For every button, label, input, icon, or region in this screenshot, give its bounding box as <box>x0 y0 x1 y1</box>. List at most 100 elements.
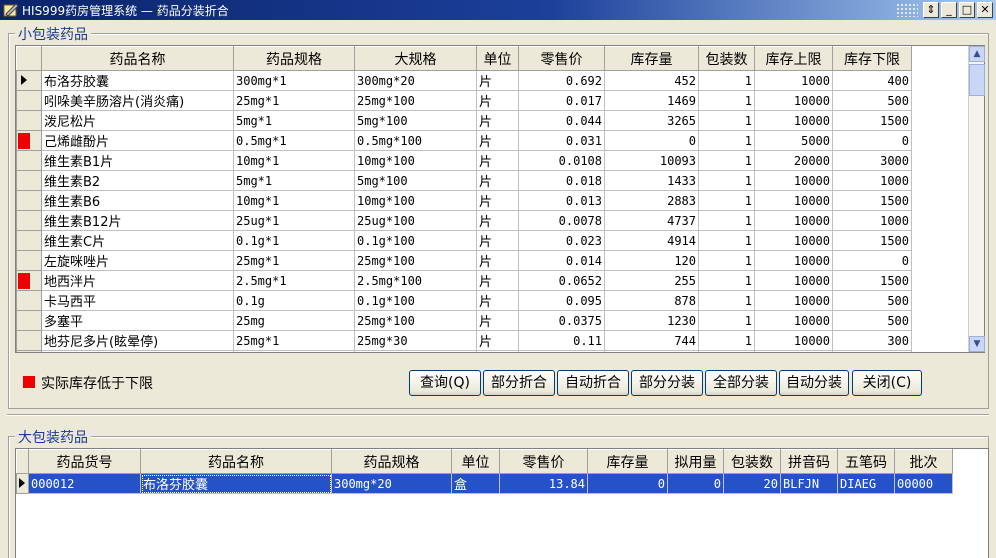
cell-upper[interactable]: 10000 <box>754 230 833 251</box>
cell-pack[interactable]: 1 <box>698 270 755 291</box>
cell-wubi[interactable]: DIAEG <box>837 473 895 494</box>
cell-unit[interactable]: 片 <box>476 70 519 91</box>
cell-spec[interactable]: 25mg*1 <box>233 330 355 351</box>
table-row[interactable]: 维生素B6 10mg*1 10mg*100 片 0.013 2883 1 10000 1500 <box>16 190 912 211</box>
col-header-pinyin[interactable]: 拼音码 <box>780 449 838 474</box>
cell-lower[interactable]: 500 <box>832 90 912 111</box>
row-indicator[interactable] <box>16 110 42 131</box>
cell-name[interactable]: 布洛芬胶囊 <box>140 473 332 494</box>
row-indicator[interactable] <box>16 350 42 352</box>
cell-unit[interactable]: 片 <box>476 270 519 291</box>
cell-price[interactable]: 0.044 <box>518 110 605 131</box>
cell-stock[interactable]: 1230 <box>604 310 699 331</box>
partial-split-button[interactable]: 部分分装 <box>631 370 703 396</box>
cell-lower[interactable]: 1000 <box>832 170 912 191</box>
cell-stock[interactable]: 0 <box>587 473 668 494</box>
auto-merge-button[interactable]: 自动折合 <box>557 370 629 396</box>
close-window-button[interactable]: ✕ <box>977 2 993 18</box>
cell-upper[interactable]: 10000 <box>754 330 833 351</box>
cell-big-spec[interactable]: 2.5mg*100 <box>354 270 477 291</box>
row-indicator[interactable] <box>16 473 29 494</box>
cell-upper[interactable]: 10000 <box>754 310 833 331</box>
cell-name[interactable]: 地西泮片 <box>41 270 234 291</box>
cell-price[interactable]: 0.095 <box>518 290 605 311</box>
row-indicator[interactable] <box>16 210 42 231</box>
cell-stock[interactable]: 3265 <box>604 110 699 131</box>
cell-lower[interactable]: 1500 <box>832 230 912 251</box>
cell-pack[interactable]: 1 <box>698 210 755 231</box>
cell-pack[interactable]: 1 <box>698 130 755 151</box>
cell-spec[interactable]: 10mg*1 <box>233 190 355 211</box>
cell-name[interactable]: 吲哚美辛肠溶片(消炎痛) <box>41 90 234 111</box>
minimize-button[interactable]: _ <box>941 2 957 18</box>
cell-big-spec[interactable]: 5mg*100 <box>354 110 477 131</box>
cell-stock[interactable]: 0 <box>604 130 699 151</box>
col-header-price[interactable]: 零售价 <box>499 449 588 474</box>
cell-big-spec[interactable]: 0.1g*100 <box>354 230 477 251</box>
cell-big-spec[interactable]: 10mg*100 <box>354 190 477 211</box>
table-row[interactable]: 维生素B2 5mg*1 5mg*100 片 0.018 1433 1 10000 1000 <box>16 170 912 191</box>
cell-planned[interactable]: 0 <box>667 473 724 494</box>
cell-price[interactable]: 0.0108 <box>518 150 605 171</box>
cell-lower[interactable]: 1000 <box>832 210 912 231</box>
col-header-batch[interactable]: 批次 <box>894 449 953 474</box>
cell-upper[interactable]: 10000 <box>754 110 833 131</box>
cell-name[interactable]: 多塞平 <box>41 310 234 331</box>
scroll-up-icon[interactable]: ▲ <box>969 46 985 62</box>
cell-big-spec[interactable]: 300mg*20 <box>354 70 477 91</box>
cell-stock[interactable]: 10093 <box>604 150 699 171</box>
cell-pack[interactable]: 1 <box>698 190 755 211</box>
cell-price[interactable]: 0.013 <box>518 190 605 211</box>
cell-big-spec[interactable]: 25mg*100 <box>354 250 477 271</box>
cell-upper[interactable]: 10000 <box>754 250 833 271</box>
cell-upper[interactable]: 5000 <box>754 130 833 151</box>
cell-big-spec[interactable]: 25mg*100 <box>354 310 477 331</box>
cell-spec[interactable]: 25mg*1 <box>233 90 355 111</box>
col-header-lower[interactable]: 库存下限 <box>832 46 912 71</box>
cell-spec[interactable]: 10mg*1 <box>233 150 355 171</box>
cell-unit[interactable]: 片 <box>476 350 519 352</box>
cell-unit[interactable]: 片 <box>476 190 519 211</box>
col-header-planned[interactable]: 拟用量 <box>667 449 724 474</box>
scroll-down-icon[interactable]: ▼ <box>969 336 985 352</box>
cell-batch[interactable]: 00000 <box>894 473 953 494</box>
col-header-spec[interactable]: 药品规格 <box>331 449 452 474</box>
col-header-spec[interactable]: 药品规格 <box>233 46 355 71</box>
col-header-wubi[interactable]: 五笔码 <box>837 449 895 474</box>
cell-upper[interactable]: 10000 <box>754 270 833 291</box>
cell-pack[interactable]: 1 <box>698 350 755 352</box>
cell-big-spec[interactable]: 0.1g*100 <box>354 290 477 311</box>
cell-big-spec[interactable]: 5mg*100 <box>354 170 477 191</box>
col-header-name[interactable]: 药品名称 <box>41 46 234 71</box>
cell-spec[interactable]: 0.1g <box>233 290 355 311</box>
row-indicator[interactable] <box>16 330 42 351</box>
cell-stock[interactable]: 2883 <box>604 190 699 211</box>
cell-unit[interactable]: 片 <box>476 230 519 251</box>
cell-price[interactable]: 0.0375 <box>518 310 605 331</box>
row-indicator[interactable] <box>16 270 42 291</box>
query-button[interactable]: 查询(Q) <box>409 370 481 396</box>
cell-stock[interactable]: 4914 <box>604 230 699 251</box>
row-indicator[interactable] <box>16 310 42 331</box>
cell-spec[interactable]: 0.5mg*1 <box>233 130 355 151</box>
cell-spec[interactable]: 25mg <box>233 310 355 331</box>
cell-pack[interactable]: 1 <box>698 230 755 251</box>
col-header-upper[interactable]: 库存上限 <box>754 46 833 71</box>
maximize-button[interactable]: □ <box>959 2 975 18</box>
table-row[interactable]: 维生素B12片 25ug*1 25ug*100 片 0.0078 4737 1 10000 10… <box>16 210 912 231</box>
table-row[interactable]: 泼尼松片 5mg*1 5mg*100 片 0.044 3265 1 10000 1500 <box>16 110 912 131</box>
split-all-button[interactable]: 全部分装 <box>705 370 777 396</box>
cell-pack[interactable]: 1 <box>698 90 755 111</box>
cell-code[interactable]: 000012 <box>28 473 141 494</box>
cell-spec[interactable]: 25ug*1 <box>233 210 355 231</box>
cell-pack[interactable]: 1 <box>698 70 755 91</box>
cell-stock[interactable]: 1433 <box>604 170 699 191</box>
table-row[interactable]: 布洛芬胶囊 300mg*1 300mg*20 片 0.692 452 1 1000 400 <box>16 70 912 91</box>
table-row[interactable]: 维生素B1片 10mg*1 10mg*100 片 0.0108 10093 1 20000 30… <box>16 150 912 171</box>
cell-lower[interactable]: 1500 <box>832 270 912 291</box>
cell-unit[interactable]: 片 <box>476 150 519 171</box>
big-pack-grid[interactable]: 药品货号 药品名称 药品规格 单位 零售价 库存量 拟用量 包装数 拼音码 五笔… <box>15 448 989 558</box>
col-header-unit[interactable]: 单位 <box>476 46 519 71</box>
cell-lower[interactable]: 300 <box>832 330 912 351</box>
cell-stock[interactable]: 255 <box>604 270 699 291</box>
